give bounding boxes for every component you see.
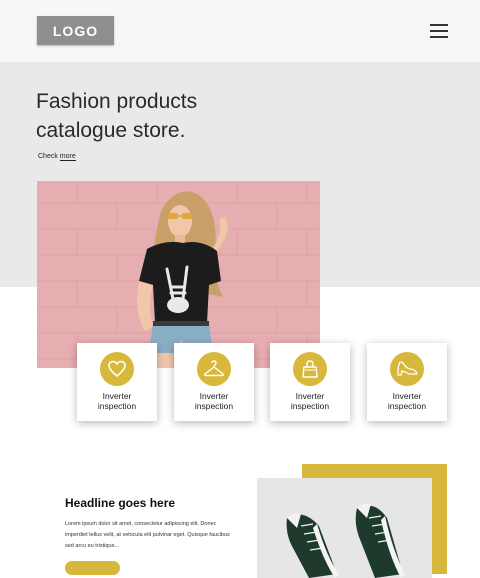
feature-label-line: Inverter bbox=[295, 391, 325, 401]
menu-bar bbox=[430, 30, 448, 32]
check-more-link[interactable]: more bbox=[59, 153, 76, 161]
feature-card[interactable]: Inverter inspection bbox=[270, 343, 350, 421]
section-body-line: imperdiet tellus velit, at vehicula elit… bbox=[65, 532, 230, 538]
site-header: LOGO bbox=[0, 0, 480, 62]
check-prefix: Check bbox=[38, 153, 58, 160]
feature-label-line: inspection bbox=[194, 400, 234, 411]
hanger-icon bbox=[197, 352, 231, 386]
shopping-bag-icon bbox=[293, 352, 327, 386]
hero-photo bbox=[37, 181, 320, 368]
feature-label-line: inspection bbox=[97, 400, 137, 411]
menu-bar bbox=[430, 24, 448, 26]
hero-title-line: catalogue store. bbox=[36, 119, 186, 142]
feature-card[interactable]: Inverter inspection bbox=[77, 343, 157, 421]
sneakers-illustration bbox=[286, 503, 405, 578]
feature-label-line: Inverter bbox=[199, 391, 229, 401]
section-body-line: sed arcu eu tristique... bbox=[65, 543, 120, 549]
section-body-line: Lorem ipsum dolor sit amet, consectetur … bbox=[65, 521, 217, 527]
hamburger-menu-icon[interactable] bbox=[430, 24, 448, 38]
feature-label-line: inspection bbox=[290, 400, 330, 411]
high-heel-icon bbox=[390, 352, 424, 386]
feature-label-line: Inverter bbox=[392, 391, 422, 401]
feature-label: Inverter inspection bbox=[97, 391, 137, 411]
feature-label-line: Inverter bbox=[102, 391, 132, 401]
feature-card[interactable]: Inverter inspection bbox=[367, 343, 447, 421]
sneakers-photo bbox=[257, 478, 432, 578]
section-headline: Headline goes here bbox=[65, 496, 176, 510]
feature-label: Inverter inspection bbox=[194, 391, 234, 411]
logo[interactable]: LOGO bbox=[37, 16, 114, 45]
hero-title-line: Fashion products bbox=[36, 90, 198, 113]
feature-label-line: inspection bbox=[387, 400, 427, 411]
hero-photo-illustration bbox=[37, 181, 320, 368]
feature-label: Inverter inspection bbox=[387, 391, 427, 411]
feature-label: Inverter inspection bbox=[290, 391, 330, 411]
cta-button[interactable] bbox=[65, 561, 120, 575]
hero-title: Fashion products catalogue store. bbox=[36, 87, 276, 145]
menu-bar bbox=[430, 36, 448, 38]
feature-card[interactable]: Inverter inspection bbox=[174, 343, 254, 421]
section-body: Lorem ipsum dolor sit amet, consectetur … bbox=[65, 519, 235, 552]
check-more: Check more bbox=[38, 153, 76, 161]
heart-icon bbox=[100, 352, 134, 386]
